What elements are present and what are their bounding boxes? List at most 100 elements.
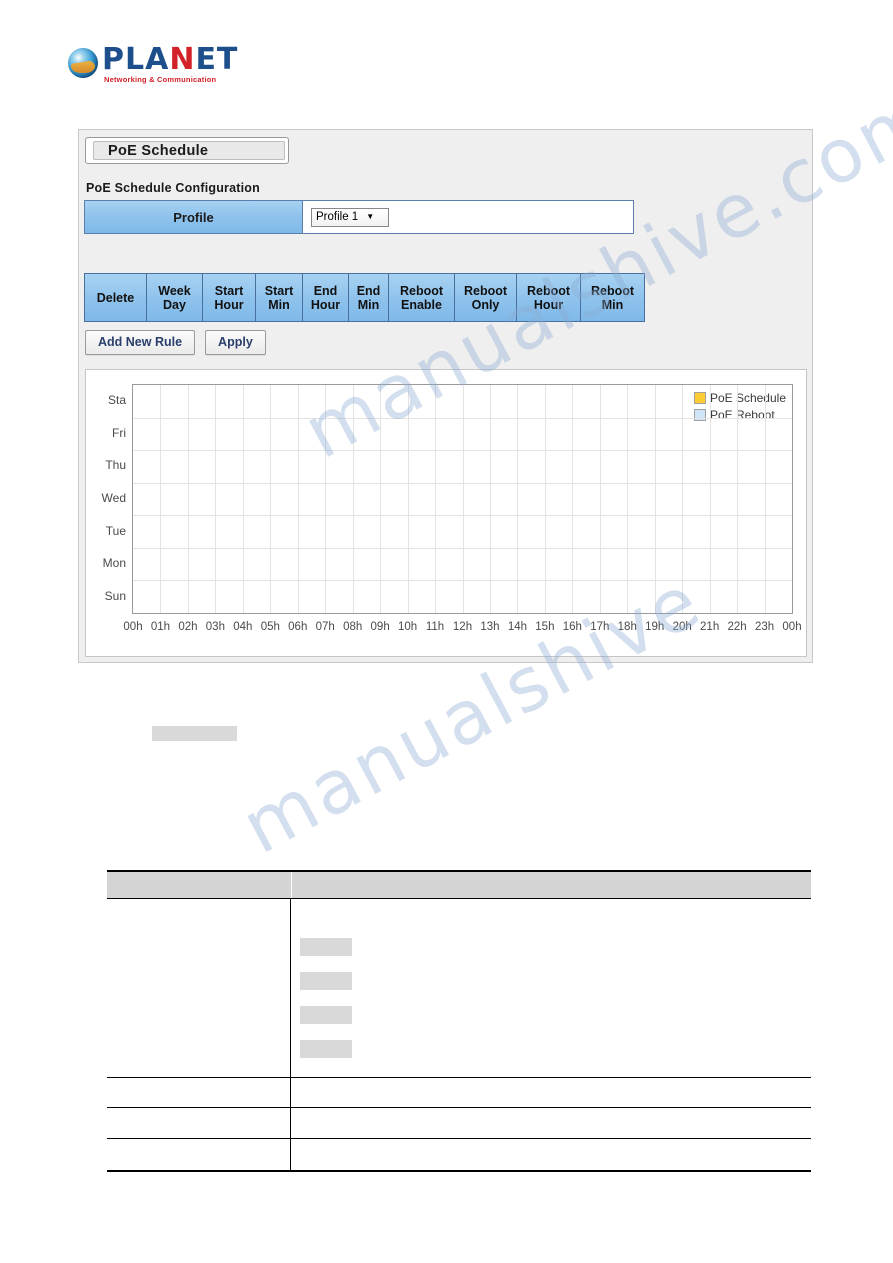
- chart-gridline-vertical: [160, 385, 162, 613]
- description-table: [107, 870, 811, 1172]
- chart-gridline-vertical: [462, 385, 464, 613]
- logo-word-part1: PLA: [102, 42, 170, 77]
- chart-gridline-vertical: [407, 385, 409, 613]
- logo-wordmark: PLANET: [102, 44, 238, 76]
- redacted-block-2: [300, 938, 352, 956]
- column-reboot-enable: Reboot Enable: [389, 274, 455, 321]
- chart-gridline-vertical: [544, 385, 546, 613]
- chart-gridline-vertical: [627, 385, 629, 613]
- legend-item-poe-reboot: PoE Reboot: [693, 408, 786, 422]
- chart-gridline-horizontal: [133, 547, 792, 549]
- table-cell-term: [107, 1108, 291, 1138]
- table-header-object: [107, 872, 292, 898]
- chart-x-tick-label: 07h: [315, 621, 335, 633]
- chart-gridline-vertical: [682, 385, 684, 613]
- redacted-block-3: [300, 972, 352, 990]
- chart-gridline-vertical: [352, 385, 354, 613]
- table-row: [107, 899, 811, 1078]
- chart-x-tick-label: 09h: [370, 621, 390, 633]
- legend-swatch-poe-schedule: [693, 392, 706, 404]
- chart-y-tick-label: Mon: [102, 556, 126, 571]
- chart-x-tick-label: 00h: [782, 621, 802, 633]
- redacted-block-5: [300, 1040, 352, 1058]
- chart-x-tick-label: 22h: [727, 621, 747, 633]
- legend-item-poe-schedule: PoE Schedule: [693, 391, 786, 405]
- chart-gridline-vertical: [654, 385, 656, 613]
- chart-y-tick-label: Fri: [112, 425, 126, 440]
- chart-x-tick-label: 19h: [645, 621, 665, 633]
- globe-icon: [68, 48, 98, 78]
- table-cell-desc: [291, 899, 811, 1077]
- poe-schedule-chart: PoE Schedule PoE Reboot Sta Fri Thu Wed Tue M…: [85, 369, 807, 657]
- chart-x-tick-label: 16h: [562, 621, 582, 633]
- chart-gridline-horizontal: [133, 417, 792, 419]
- chart-x-tick-label: 23h: [754, 621, 775, 633]
- logo-tagline: Networking & Communication: [104, 75, 217, 84]
- table-cell-desc: [291, 1139, 811, 1170]
- chart-x-tick-label: 04h: [233, 621, 253, 633]
- table-row: [107, 1078, 811, 1108]
- column-delete: Delete: [85, 274, 147, 321]
- panel-title-tab: PoE Schedule: [85, 137, 289, 164]
- profile-select-value: Profile 1: [316, 211, 359, 223]
- chart-x-tick-label: 00h: [123, 621, 143, 633]
- logo-word-part2: ET: [195, 42, 239, 77]
- chart-x-tick-label: 15h: [535, 621, 555, 633]
- chart-x-tick-label: 13h: [480, 621, 500, 633]
- chart-gridline-vertical: [297, 385, 299, 613]
- chart-gridline-vertical: [517, 385, 519, 613]
- chart-gridline-vertical: [737, 385, 739, 613]
- column-start-min: Start Min: [256, 274, 303, 321]
- chart-gridline-horizontal: [133, 482, 792, 484]
- legend-label-poe-schedule: PoE Schedule: [709, 391, 786, 405]
- chart-gridline-vertical: [380, 385, 382, 613]
- chevron-down-icon: ▼: [366, 212, 375, 221]
- chart-plot-area: PoE Schedule PoE Reboot: [132, 384, 793, 614]
- chart-gridline-vertical: [709, 385, 711, 613]
- redacted-block-1: [152, 726, 237, 741]
- chart-x-tick-label: 10h: [397, 621, 418, 633]
- profile-label: Profile: [85, 201, 303, 233]
- chart-x-tick-label: 14h: [507, 621, 527, 633]
- table-header-description: [292, 872, 811, 898]
- add-new-rule-button[interactable]: Add New Rule: [85, 330, 196, 355]
- column-end-hour: End Hour: [303, 274, 349, 321]
- page-title: PoE Schedule: [93, 141, 285, 160]
- profile-row: Profile Profile 1 ▼: [84, 200, 634, 234]
- table-row: [107, 1108, 811, 1139]
- chart-gridline-vertical: [435, 385, 437, 613]
- rules-table-header: Delete Week Day Start Hour Start Min End Hou…: [84, 273, 645, 322]
- planet-logo: PLANET Networking & Communication: [68, 44, 238, 92]
- chart-gridline-vertical: [489, 385, 491, 613]
- chart-gridline-vertical: [325, 385, 327, 613]
- profile-value-cell: Profile 1 ▼: [303, 201, 633, 233]
- chart-gridline-vertical: [599, 385, 601, 613]
- column-reboot-only: Reboot Only: [455, 274, 517, 321]
- table-header-row: [107, 870, 811, 899]
- column-week-day: Week Day: [147, 274, 203, 321]
- chart-y-tick-label: Thu: [105, 458, 126, 473]
- chart-x-tick-label: 08h: [343, 621, 363, 633]
- chart-gridline-vertical: [764, 385, 766, 613]
- table-cell-term: [107, 899, 291, 1077]
- chart-x-tick-label: 21h: [700, 621, 720, 633]
- profile-select[interactable]: Profile 1 ▼: [311, 207, 389, 227]
- chart-x-tick-label: 03h: [205, 621, 225, 633]
- table-cell-desc: [291, 1108, 811, 1138]
- table-row: [107, 1139, 811, 1172]
- chart-gridline-vertical: [187, 385, 189, 613]
- chart-x-tick-label: 02h: [178, 621, 198, 633]
- chart-gridline-vertical: [572, 385, 574, 613]
- chart-y-tick-label: Sta: [107, 393, 126, 408]
- chart-x-tick-label: 20h: [672, 621, 692, 633]
- chart-y-tick-label: Sun: [104, 588, 126, 603]
- action-buttons: Add New Rule Apply: [85, 330, 266, 355]
- column-reboot-hour: Reboot Hour: [517, 274, 581, 321]
- chart-gridline-vertical: [242, 385, 244, 613]
- chart-gridline-vertical: [215, 385, 217, 613]
- chart-x-tick-label: 01h: [150, 621, 171, 633]
- table-cell-desc: [291, 1078, 811, 1107]
- chart-x-tick-label: 18h: [617, 621, 637, 633]
- table-cell-term: [107, 1078, 291, 1107]
- apply-button[interactable]: Apply: [205, 330, 266, 355]
